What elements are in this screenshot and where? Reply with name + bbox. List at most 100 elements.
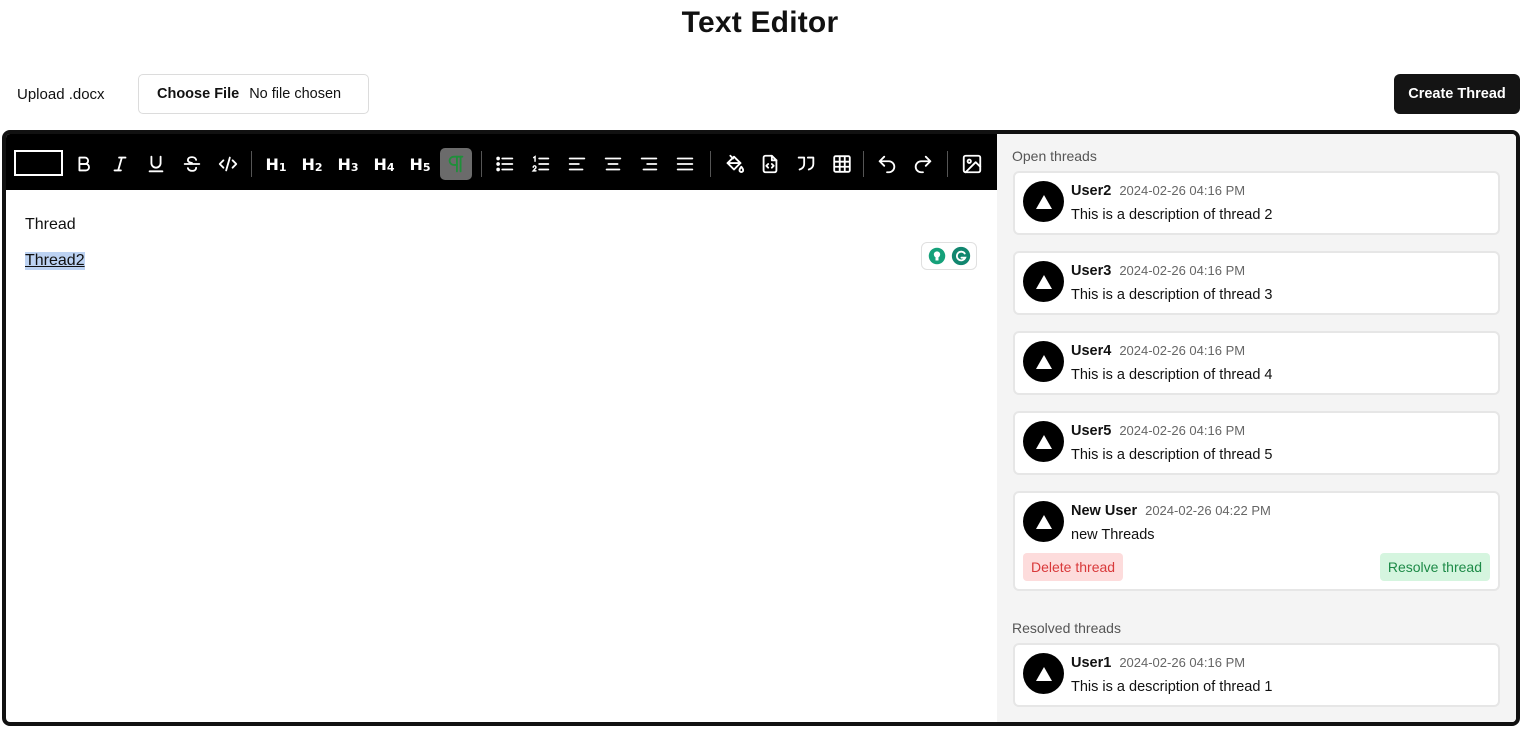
- avatar: [1023, 653, 1064, 694]
- upload-label: Upload .docx: [17, 86, 105, 103]
- thread-description: This is a description of thread 1: [1071, 679, 1273, 695]
- open-threads-title: Open threads: [1012, 148, 1097, 164]
- h5-icon: H5: [409, 154, 431, 174]
- triangle-icon: [1035, 274, 1052, 289]
- italic-icon: [113, 156, 127, 172]
- triangle-icon: [1035, 354, 1052, 369]
- justify-button[interactable]: [669, 148, 701, 180]
- thread-time: 2024-02-26 04:16 PM: [1119, 655, 1246, 670]
- avatar: [1023, 501, 1064, 542]
- avatar: [1023, 181, 1064, 222]
- italic-button[interactable]: [104, 148, 136, 180]
- heading-5-button[interactable]: H5: [404, 148, 436, 180]
- quote-icon: [797, 156, 815, 171]
- undo-button[interactable]: [871, 148, 903, 180]
- thread-description: This is a description of thread 2: [1071, 207, 1273, 223]
- thread-description: This is a description of thread 4: [1071, 367, 1273, 383]
- code-icon: [218, 156, 238, 172]
- editor-line[interactable]: Thread: [25, 216, 76, 234]
- code-block-button[interactable]: [754, 148, 786, 180]
- numbered-list-button[interactable]: [525, 148, 557, 180]
- bold-icon: [78, 156, 90, 172]
- undo-icon: [878, 155, 896, 174]
- bullet-list-icon: [496, 156, 514, 172]
- align-center-icon: [604, 157, 622, 171]
- redo-button[interactable]: [907, 148, 939, 180]
- align-right-button[interactable]: [633, 148, 665, 180]
- thread-time: 2024-02-26 04:16 PM: [1119, 423, 1246, 438]
- triangle-icon: [1035, 434, 1052, 449]
- toolbar-separator: [863, 151, 864, 177]
- file-code-icon: [762, 154, 778, 174]
- heading-4-button[interactable]: H4: [368, 148, 400, 180]
- justify-icon: [676, 157, 694, 171]
- underline-button[interactable]: [140, 148, 172, 180]
- editor-content[interactable]: Thread Thread2: [6, 190, 997, 722]
- fill-color-button[interactable]: [718, 148, 750, 180]
- thread-card[interactable]: User4 2024-02-26 04:16 PM This is a descr…: [1013, 331, 1500, 395]
- table-button[interactable]: [826, 148, 858, 180]
- grammarly-widget[interactable]: [921, 242, 977, 270]
- avatar: [1023, 261, 1064, 302]
- thread-card[interactable]: User2 2024-02-26 04:16 PM This is a descr…: [1013, 171, 1500, 235]
- triangle-icon: [1035, 666, 1052, 681]
- create-thread-button[interactable]: Create Thread: [1394, 74, 1520, 114]
- h1-icon: H1: [265, 154, 287, 174]
- delete-thread-button[interactable]: Delete thread: [1023, 553, 1124, 581]
- paint-bucket-icon: [726, 154, 745, 173]
- heading-2-button[interactable]: H2: [296, 148, 328, 180]
- bullet-list-button[interactable]: [489, 148, 521, 180]
- quote-button[interactable]: [790, 148, 822, 180]
- avatar: [1023, 341, 1064, 382]
- align-center-button[interactable]: [597, 148, 629, 180]
- strikethrough-button[interactable]: [176, 148, 208, 180]
- underline-icon: [148, 155, 164, 173]
- heading-3-button[interactable]: H3: [332, 148, 364, 180]
- image-icon: [962, 154, 982, 174]
- paragraph-button[interactable]: [440, 148, 472, 180]
- thread-card[interactable]: User5 2024-02-26 04:16 PM This is a descr…: [1013, 411, 1500, 475]
- redo-icon: [914, 155, 932, 174]
- bold-button[interactable]: [68, 148, 100, 180]
- align-left-button[interactable]: [561, 148, 593, 180]
- code-button[interactable]: [212, 148, 244, 180]
- threads-sidebar: Open threads User2 2024-02-26 04:16 PM Th…: [997, 134, 1516, 722]
- thread-description: This is a description of thread 5: [1071, 447, 1273, 463]
- resolve-thread-button[interactable]: Resolve thread: [1379, 553, 1490, 581]
- toolbar-separator: [710, 151, 711, 177]
- thread-user: User3 2024-02-26 04:16 PM: [1071, 263, 1246, 279]
- toolbar: H1 H2 H3 H4 H5: [6, 134, 997, 190]
- lightbulb-icon[interactable]: [927, 246, 947, 266]
- thread-description: This is a description of thread 3: [1071, 287, 1273, 303]
- toolbar-separator: [251, 151, 252, 177]
- toolbar-separator: [947, 151, 948, 177]
- grammarly-icon[interactable]: [951, 246, 971, 266]
- h2-icon: H2: [301, 154, 323, 174]
- image-button[interactable]: [956, 148, 988, 180]
- resolved-threads-title: Resolved threads: [1012, 620, 1121, 636]
- align-left-icon: [568, 157, 586, 171]
- thread-user: User4 2024-02-26 04:16 PM: [1071, 343, 1246, 359]
- thread-card[interactable]: User1 2024-02-26 04:16 PM This is a descr…: [1013, 643, 1500, 707]
- file-status: No file chosen: [249, 86, 342, 102]
- triangle-icon: [1035, 194, 1052, 209]
- thread-description: new Threads: [1071, 527, 1155, 543]
- heading-1-button[interactable]: H1: [260, 148, 292, 180]
- file-input[interactable]: Choose File No file chosen: [138, 74, 369, 114]
- thread-card[interactable]: User3 2024-02-26 04:16 PM This is a descr…: [1013, 251, 1500, 315]
- page-title: Text Editor: [681, 6, 839, 39]
- editor-frame: H1 H2 H3 H4 H5 Thread Thread2 Open threa…: [2, 130, 1520, 726]
- paragraph-icon: [448, 155, 464, 173]
- choose-file-button[interactable]: Choose File: [157, 86, 239, 102]
- table-icon: [833, 155, 851, 173]
- thread-card[interactable]: New User 2024-02-26 04:22 PM new Threads …: [1013, 491, 1500, 591]
- thread-user: User1 2024-02-26 04:16 PM: [1071, 655, 1246, 671]
- numbered-list-icon: [531, 155, 550, 172]
- thread-user: New User 2024-02-26 04:22 PM: [1071, 503, 1271, 519]
- thread-time: 2024-02-26 04:16 PM: [1119, 183, 1246, 198]
- editor-line-selected[interactable]: Thread2: [25, 252, 85, 270]
- thread-time: 2024-02-26 04:16 PM: [1119, 263, 1246, 278]
- block-style-button[interactable]: [14, 150, 63, 176]
- h4-icon: H4: [373, 154, 395, 174]
- thread-user: User5 2024-02-26 04:16 PM: [1071, 423, 1246, 439]
